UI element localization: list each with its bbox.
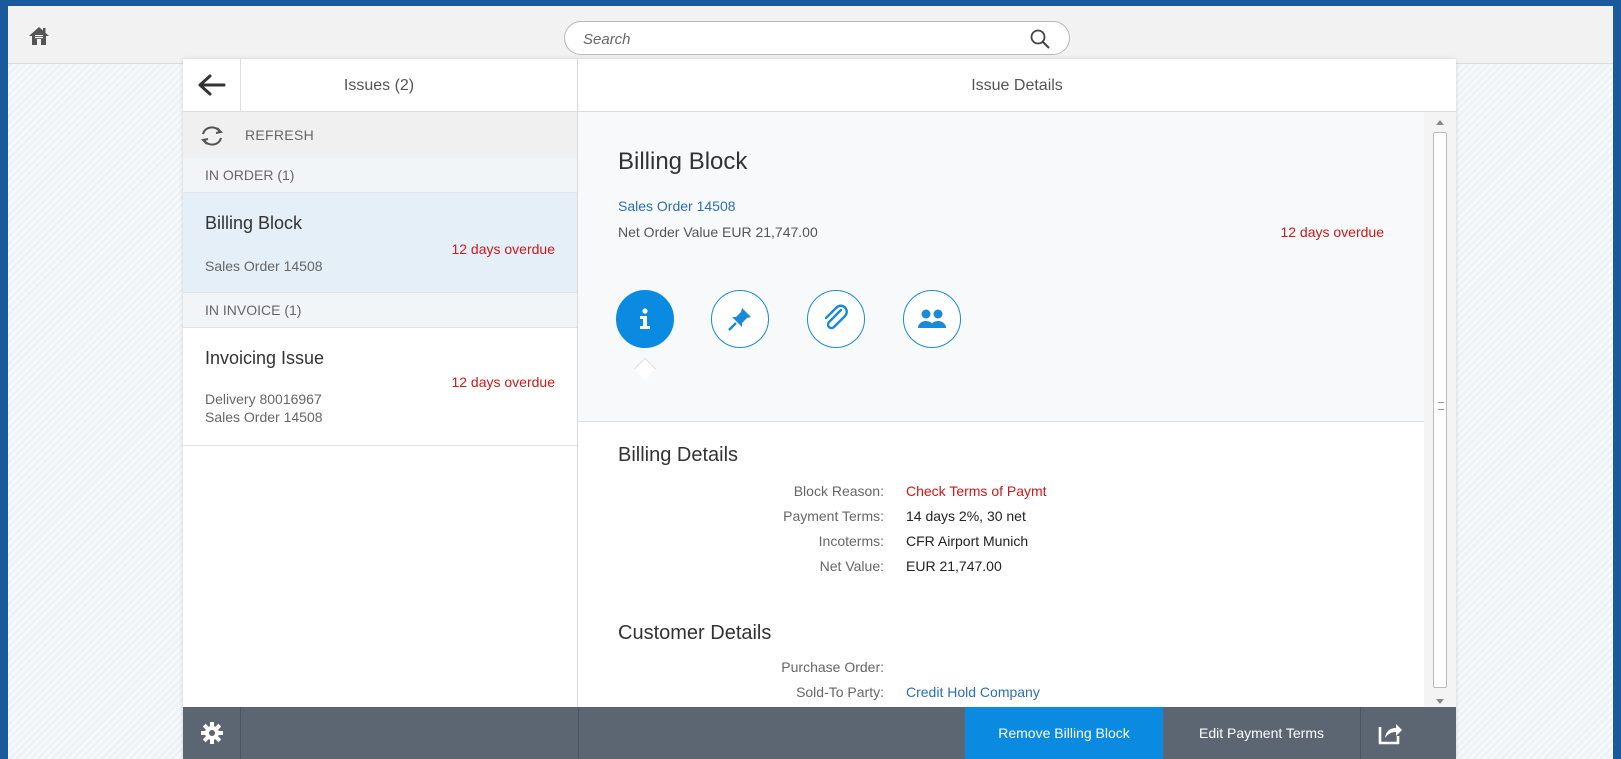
refresh-label: REFRESH	[245, 127, 314, 143]
form-row-payment-terms: Payment Terms: 14 days 2%, 30 net	[578, 508, 1424, 532]
form-value: 14 days 2%, 30 net	[906, 508, 1026, 524]
gear-icon	[201, 722, 223, 744]
tab-notes[interactable]	[711, 290, 769, 348]
overdue-status: 12 days overdue	[1280, 224, 1384, 240]
list-item-line: Delivery 80016967	[205, 391, 322, 407]
remove-billing-block-button[interactable]: Remove Billing Block	[965, 707, 1163, 759]
list-item-title: Invoicing Issue	[205, 348, 325, 368]
customer-details-title: Customer Details	[618, 622, 772, 644]
master-list: Issues (2) REFRESH IN ORDER (1) Billing …	[183, 59, 578, 759]
scroll-grip	[1438, 402, 1444, 410]
form-row-block-reason: Block Reason: Check Terms of Paymt	[578, 483, 1424, 507]
list-item-billing-block[interactable]: Billing Block 12 days overdue Sales Orde…	[183, 193, 577, 293]
form-label: Net Value:	[819, 558, 884, 574]
shell-header	[8, 6, 1613, 64]
scrollbar[interactable]	[1424, 112, 1456, 707]
form-row-sold-to-party: Sold-To Party: Credit Hold Company	[578, 684, 1424, 708]
list-item-invoicing-issue[interactable]: Invoicing Issue 12 days overdue Delivery…	[183, 328, 577, 446]
edit-payment-terms-button[interactable]: Edit Payment Terms	[1163, 707, 1361, 759]
scroll-thumb[interactable]	[1433, 132, 1447, 688]
form-label: Payment Terms:	[783, 508, 884, 524]
refresh-icon	[200, 126, 224, 146]
tab-attachments[interactable]	[807, 290, 865, 348]
form-row-purchase-order: Purchase Order:	[578, 659, 1424, 683]
list-item-title: Billing Block	[205, 213, 303, 233]
form-row-incoterms: Incoterms: CFR Airport Munich	[578, 533, 1424, 557]
share-button[interactable]	[1361, 707, 1419, 759]
group-header-in-invoice: IN INVOICE (1)	[183, 293, 577, 328]
people-icon	[918, 309, 946, 328]
list-item-line: Sales Order 14508	[205, 258, 323, 274]
list-item-status: 12 days overdue	[451, 374, 555, 390]
attachment-icon	[824, 304, 848, 330]
sales-order-link[interactable]: Sales Order 14508	[618, 198, 736, 214]
home-icon[interactable]	[28, 26, 50, 46]
form-label: Purchase Order:	[781, 659, 884, 675]
form-value: EUR 21,747.00	[906, 558, 1002, 574]
form-label: Incoterms:	[818, 533, 884, 549]
sold-to-party-link[interactable]: Credit Hold Company	[906, 684, 1040, 700]
search-box	[564, 21, 1070, 55]
group-header-in-order: IN ORDER (1)	[183, 158, 577, 193]
object-header: Billing Block Sales Order 14508 Net Orde…	[578, 112, 1424, 422]
master-title: Issues (2)	[343, 77, 415, 94]
search-input[interactable]	[583, 28, 1003, 50]
form-label: Sold-To Party:	[796, 684, 884, 700]
footer-toolbar: Remove Billing Block Edit Payment Terms	[183, 707, 1456, 759]
master-header: Issues (2)	[183, 59, 577, 112]
settings-button[interactable]	[183, 707, 241, 759]
info-icon	[640, 308, 650, 329]
pin-icon	[728, 308, 751, 331]
object-title: Billing Block	[618, 148, 748, 175]
net-order-value: Net Order Value EUR 21,747.00	[618, 224, 818, 240]
refresh-button[interactable]: REFRESH	[183, 112, 577, 158]
list-item-status: 12 days overdue	[451, 241, 555, 257]
form-value: Check Terms of Paymt	[906, 483, 1047, 499]
app-container: Issues (2) REFRESH IN ORDER (1) Billing …	[183, 59, 1456, 759]
billing-details-title: Billing Details	[618, 444, 739, 466]
search-icon[interactable]	[1029, 28, 1051, 50]
share-icon	[1378, 724, 1402, 745]
back-button[interactable]	[183, 59, 241, 112]
tab-info[interactable]	[616, 290, 674, 348]
footer-divider	[578, 707, 579, 759]
detail-page: Issue Details Billing Block Sales Order …	[578, 59, 1456, 759]
form-label: Block Reason:	[793, 483, 884, 499]
list-item-line: Sales Order 14508	[205, 409, 323, 425]
arrow-left-icon	[198, 74, 226, 96]
launchpad-frame: Issues (2) REFRESH IN ORDER (1) Billing …	[8, 6, 1613, 759]
scroll-up-arrow[interactable]	[1436, 120, 1444, 125]
form-value: CFR Airport Munich	[906, 533, 1029, 549]
scroll-down-arrow[interactable]	[1436, 699, 1444, 704]
form-row-net-value: Net Value: EUR 21,747.00	[578, 558, 1424, 582]
tab-contacts[interactable]	[903, 290, 961, 348]
detail-header-title: Issue Details	[578, 59, 1456, 112]
